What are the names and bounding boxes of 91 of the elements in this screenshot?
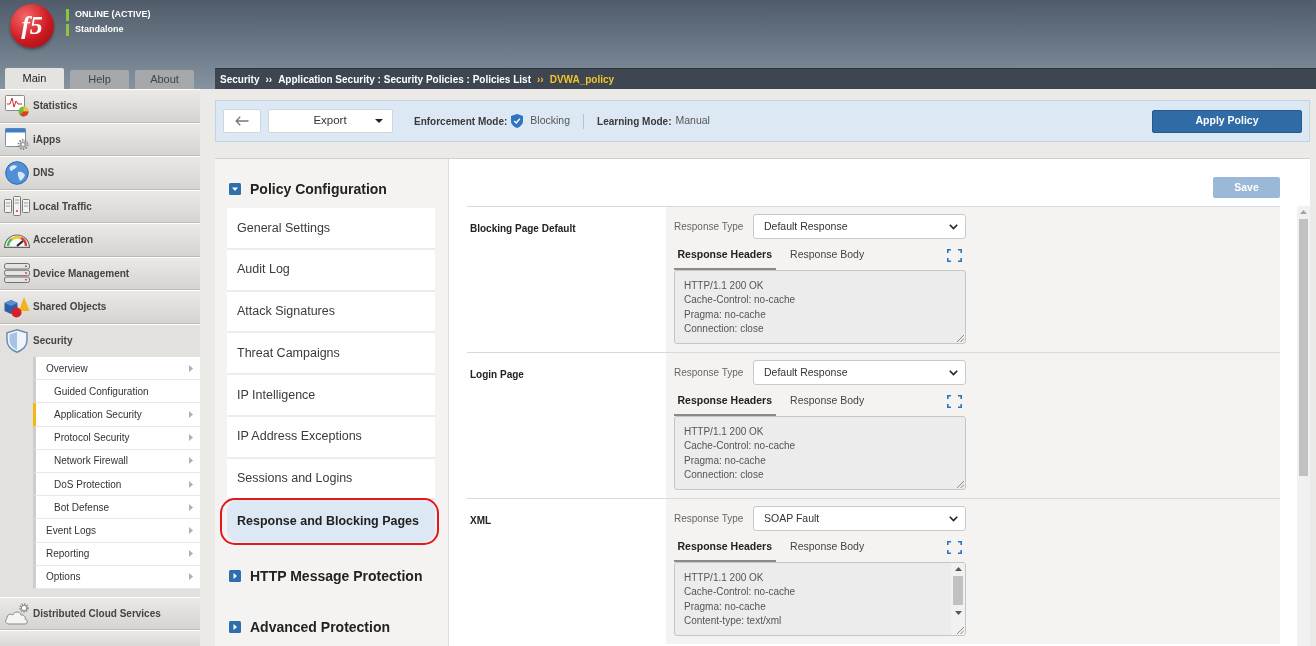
shield-check-icon	[511, 114, 524, 128]
breadcrumb-link[interactable]: Security	[220, 71, 260, 87]
learning-mode-label: Learning Mode:	[597, 114, 672, 129]
tab[interactable]: Response Body	[786, 247, 868, 270]
sidebar-subitem[interactable]: Protocol Security	[33, 426, 200, 450]
servers-icon	[4, 196, 30, 217]
response-type-select[interactable]: Default Response	[753, 214, 966, 239]
scroll-up-icon[interactable]	[954, 567, 962, 571]
status-indicator-icon	[66, 24, 69, 36]
status-text: Standalone	[75, 23, 124, 37]
sidebar-item[interactable]: Distributed Cloud Services	[0, 596, 200, 631]
enforcement-mode-value: Blocking	[530, 113, 571, 129]
window-gear-icon	[5, 128, 29, 151]
sidebar-subitem[interactable]: Options	[33, 565, 200, 589]
logo: f5	[10, 4, 54, 48]
sidebar-item[interactable]: Device Management	[0, 256, 200, 290]
chart-window-icon	[5, 94, 29, 117]
policy-nav-item[interactable]: Audit Log	[227, 249, 435, 292]
status-text: ONLINE (ACTIVE)	[75, 8, 151, 22]
enforcement-mode-label: Enforcement Mode:	[414, 114, 508, 129]
sidebar-subitem[interactable]: Network Firewall	[33, 449, 200, 473]
sidebar-item[interactable]: DNS	[0, 156, 200, 190]
export-dropdown[interactable]: Export	[268, 109, 393, 133]
sidebar-subitem[interactable]: Event Logs	[33, 519, 200, 543]
sidebar-subitem[interactable]: Overview	[33, 357, 200, 381]
expand-icon[interactable]	[947, 395, 962, 408]
tab[interactable]: Help	[70, 70, 129, 89]
status-indicator-icon	[66, 9, 69, 21]
resize-grip-icon[interactable]	[957, 481, 964, 488]
sidebar-subitem[interactable]: Bot Defense	[33, 496, 200, 520]
tab[interactable]: Response Body	[786, 393, 868, 416]
policy-nav-item[interactable]: IP Intelligence	[227, 375, 435, 417]
sidebar-subitem[interactable]: Guided Configuration	[33, 380, 200, 404]
response-type-select[interactable]: SOAP Fault	[753, 506, 966, 531]
sidebar-subitem[interactable]: DoS Protection	[33, 472, 200, 497]
page-type-label: Login Page	[470, 369, 524, 380]
apply-policy-button[interactable]: Apply Policy	[1152, 109, 1302, 133]
policy-nav-item[interactable]: Response and Blocking Pages	[227, 500, 435, 542]
response-headers-field[interactable]: HTTP/1.1 200 OK Cache-Control: no-cache Pragma: no-cache Connection: close	[674, 416, 966, 490]
sidebar-item[interactable]: Local Traffic	[0, 189, 200, 223]
sidebar-item[interactable]: iApps	[0, 122, 200, 156]
textarea-scrollbar[interactable]	[951, 563, 965, 635]
caret-down-icon	[375, 119, 383, 123]
shield-icon	[6, 328, 28, 353]
policy-nav-item[interactable]: IP Address Exceptions	[227, 416, 435, 459]
section-header[interactable]: HTTP Message Protection	[227, 565, 435, 587]
response-headers-field[interactable]: HTTP/1.1 200 OK Cache-Control: no-cache Pragma: no-cache Content-type: text/xml	[674, 562, 966, 636]
scrollbar-track[interactable]	[1297, 206, 1310, 646]
page-type-label: XML	[470, 515, 492, 526]
policy-nav-item[interactable]: Sessions and Logins	[227, 458, 435, 501]
chevron-down-icon	[949, 369, 958, 376]
chevron-down-icon	[949, 515, 958, 522]
scroll-down-icon[interactable]	[954, 611, 962, 615]
policy-nav-item[interactable]: Attack Signatures	[227, 291, 435, 334]
sidebar-subitem[interactable]: Application Security	[33, 403, 200, 427]
resize-grip-icon[interactable]	[957, 627, 964, 634]
globe-icon	[5, 160, 29, 185]
sidebar-item[interactable]: Statistics	[0, 89, 200, 123]
page-type-label: Blocking Page Default	[470, 223, 576, 234]
expand-icon[interactable]	[947, 249, 962, 262]
field-label: Response Type	[674, 220, 744, 234]
breadcrumb-current: DVWA_policy	[549, 72, 615, 87]
tab[interactable]: About	[135, 70, 194, 89]
field-label: Response Type	[674, 366, 744, 380]
resize-grip-icon[interactable]	[957, 335, 964, 342]
section-header[interactable]: Policy Configuration	[227, 178, 435, 200]
policy-nav-item[interactable]: Threat Campaigns	[227, 333, 435, 375]
sidebar-item[interactable]: Acceleration	[0, 223, 200, 257]
chevron-down-icon	[949, 223, 958, 230]
server-stack-icon	[4, 263, 30, 284]
breadcrumb-separator: ››	[265, 72, 273, 87]
gauge-icon	[4, 231, 30, 248]
policy-nav-item[interactable]: General Settings	[227, 208, 435, 250]
breadcrumb-link[interactable]: Application Security : Security Policies : Policies List	[278, 71, 531, 87]
field-label: Response Type	[674, 512, 744, 526]
section-header[interactable]: Advanced Protection	[227, 616, 435, 638]
expand-icon[interactable]	[947, 541, 962, 554]
tab[interactable]: Main	[5, 68, 64, 89]
breadcrumb-separator: ››	[537, 72, 544, 87]
response-headers-field[interactable]: HTTP/1.1 200 OK Cache-Control: no-cache Pragma: no-cache Connection: close	[674, 270, 966, 344]
sidebar-subitem[interactable]: Reporting	[33, 542, 200, 566]
back-button[interactable]	[223, 109, 261, 133]
cloud-gear-icon	[4, 602, 30, 625]
scrollbar-thumb[interactable]	[1299, 219, 1308, 476]
sidebar-item[interactable]: Shared Objects	[0, 290, 200, 324]
tab[interactable]: Response Body	[786, 539, 868, 562]
back-arrow-icon	[235, 116, 249, 126]
learning-mode-value: Manual	[675, 113, 710, 129]
shapes-icon	[4, 295, 30, 318]
response-type-select[interactable]: Default Response	[753, 360, 966, 385]
scrollbar-thumb[interactable]	[953, 576, 963, 605]
